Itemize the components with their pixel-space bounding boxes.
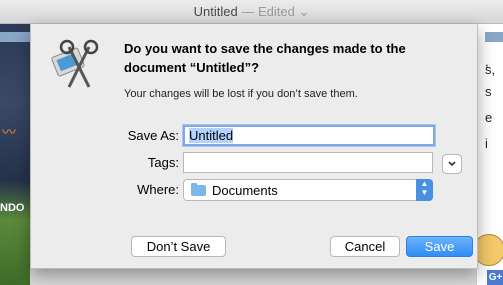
expand-button[interactable]: [442, 154, 462, 174]
updown-stepper-icon: ▲ ▼: [416, 179, 433, 201]
window-titlebar: Untitled — Edited ⌄: [0, 0, 503, 24]
save-dialog: Do you want to save the changes made to …: [30, 24, 478, 269]
background-text: s: [485, 84, 492, 99]
chevron-down-icon: [448, 161, 456, 167]
where-label: Where:: [137, 182, 179, 197]
window-title: Untitled: [193, 4, 238, 19]
folder-tab-icon: [485, 32, 503, 42]
where-popup[interactable]: Documents ▲ ▼: [183, 179, 433, 201]
background-text: e: [485, 110, 493, 125]
tags-field[interactable]: [183, 152, 433, 173]
background-text: s,: [485, 62, 496, 77]
title-chevron-icon[interactable]: ⌄: [298, 4, 309, 19]
background-content-right: , s, s e i G+: [473, 24, 503, 285]
folder-icon: [191, 183, 206, 196]
save-as-value: Untitled: [189, 128, 234, 143]
background-content-left: 〰 NDO: [0, 24, 30, 285]
save-as-label: Save As:: [127, 128, 179, 143]
dialog-subtext: Your changes will be lost if you don’t s…: [124, 88, 358, 100]
tags-label: Tags:: [147, 155, 179, 170]
folder-tab-icon: [0, 32, 30, 42]
scissors-app-icon: [51, 39, 99, 88]
google-plus-icon[interactable]: G+: [487, 270, 503, 285]
where-value: Documents: [212, 183, 278, 198]
dont-save-button[interactable]: Don’t Save: [131, 236, 226, 257]
cancel-button[interactable]: Cancel: [330, 236, 400, 257]
background-text: NDO: [0, 202, 25, 214]
edited-indicator: — Edited: [241, 4, 295, 19]
save-as-field[interactable]: Untitled: [183, 125, 435, 146]
pulse-icon: 〰: [2, 124, 16, 140]
background-text: i: [485, 136, 488, 151]
dialog-heading: Do you want to save the changes made to …: [124, 41, 406, 75]
save-button[interactable]: Save: [406, 236, 473, 257]
